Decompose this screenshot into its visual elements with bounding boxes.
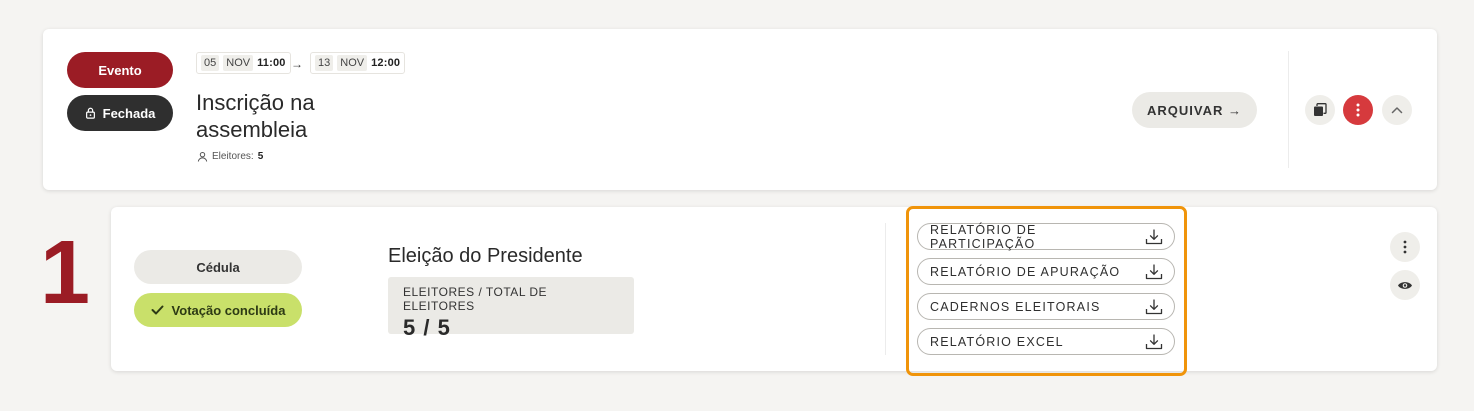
event-menu-button[interactable] [1343,95,1373,125]
report-label: CADERNOS ELEITORAIS [930,299,1101,314]
copy-button[interactable] [1305,95,1335,125]
chevron-up-icon [1391,107,1403,114]
closed-status-label: Fechada [102,105,156,121]
voters-count: 5 [257,151,264,162]
closed-status-badge: Fechada [67,95,173,131]
end-day: 13 [315,55,334,71]
report-label: RELATÓRIO DE PARTICIPAÇÃO [930,222,1037,251]
voters-stats-box: ELEITORES / TOTAL DE ELEITORES 5 / 5 [388,277,634,340]
voting-status-label: Votação concluída [171,302,286,318]
end-datetime: 13 NOV 12:00 [310,52,406,74]
download-icon [1145,228,1163,244]
event-card: Evento Fechada 05 NOV 11:00 → 13 NOV 12:… [43,29,1437,190]
archive-button[interactable]: ARQUIVAR → [1132,92,1257,128]
start-month: NOV [223,55,254,71]
end-month: NOV [337,55,368,71]
end-time: 12:00 [371,57,401,69]
start-day: 05 [201,55,220,71]
vertical-dots-icon [1356,103,1360,117]
ballot-label-badge: Cédula [134,250,302,284]
electoral-rolls-button[interactable]: CADERNOS ELEITORAIS [917,293,1175,320]
voting-status-badge: Votação concluída [134,293,302,327]
copy-icon [1314,103,1327,116]
download-icon [1145,333,1163,349]
voters-stats-label: ELEITORES / TOTAL DE ELEITORES [403,285,548,313]
excel-report-button[interactable]: RELATÓRIO EXCEL [917,328,1175,355]
user-icon [197,151,208,162]
participation-report-button[interactable]: RELATÓRIO DE PARTICIPAÇÃO [917,222,1175,251]
eye-icon [1398,281,1412,289]
collapse-button[interactable] [1382,95,1412,125]
report-label: RELATÓRIO DE APURAÇÃO [930,264,1121,279]
ballot-number: 1 [40,223,91,323]
report-label: RELATÓRIO EXCEL [930,334,1064,349]
check-icon [151,305,164,315]
ballot-menu-button[interactable] [1390,232,1420,262]
voters-count-line: Eleitores: 5 [197,151,263,162]
divider [1288,51,1289,168]
event-type-badge: Evento [67,52,173,88]
voters-stats-value: 5 / 5 [403,315,451,340]
ballot-view-button[interactable] [1390,270,1420,300]
divider [885,223,886,355]
start-datetime: 05 NOV 11:00 [196,52,291,74]
download-icon [1145,263,1163,279]
lock-icon [85,107,95,119]
election-title: Eleição do Presidente [388,245,583,267]
tally-report-button[interactable]: RELATÓRIO DE APURAÇÃO [917,258,1175,285]
voters-label: Eleitores: [212,151,254,162]
download-icon [1145,298,1163,314]
event-title: Inscrição na assembleia [196,90,315,142]
vertical-dots-icon [1403,240,1407,254]
date-range-arrow: → [291,57,303,71]
ballot-card: Cédula Votação concluída Eleição do Pres… [111,206,1437,376]
start-time: 11:00 [257,57,286,69]
